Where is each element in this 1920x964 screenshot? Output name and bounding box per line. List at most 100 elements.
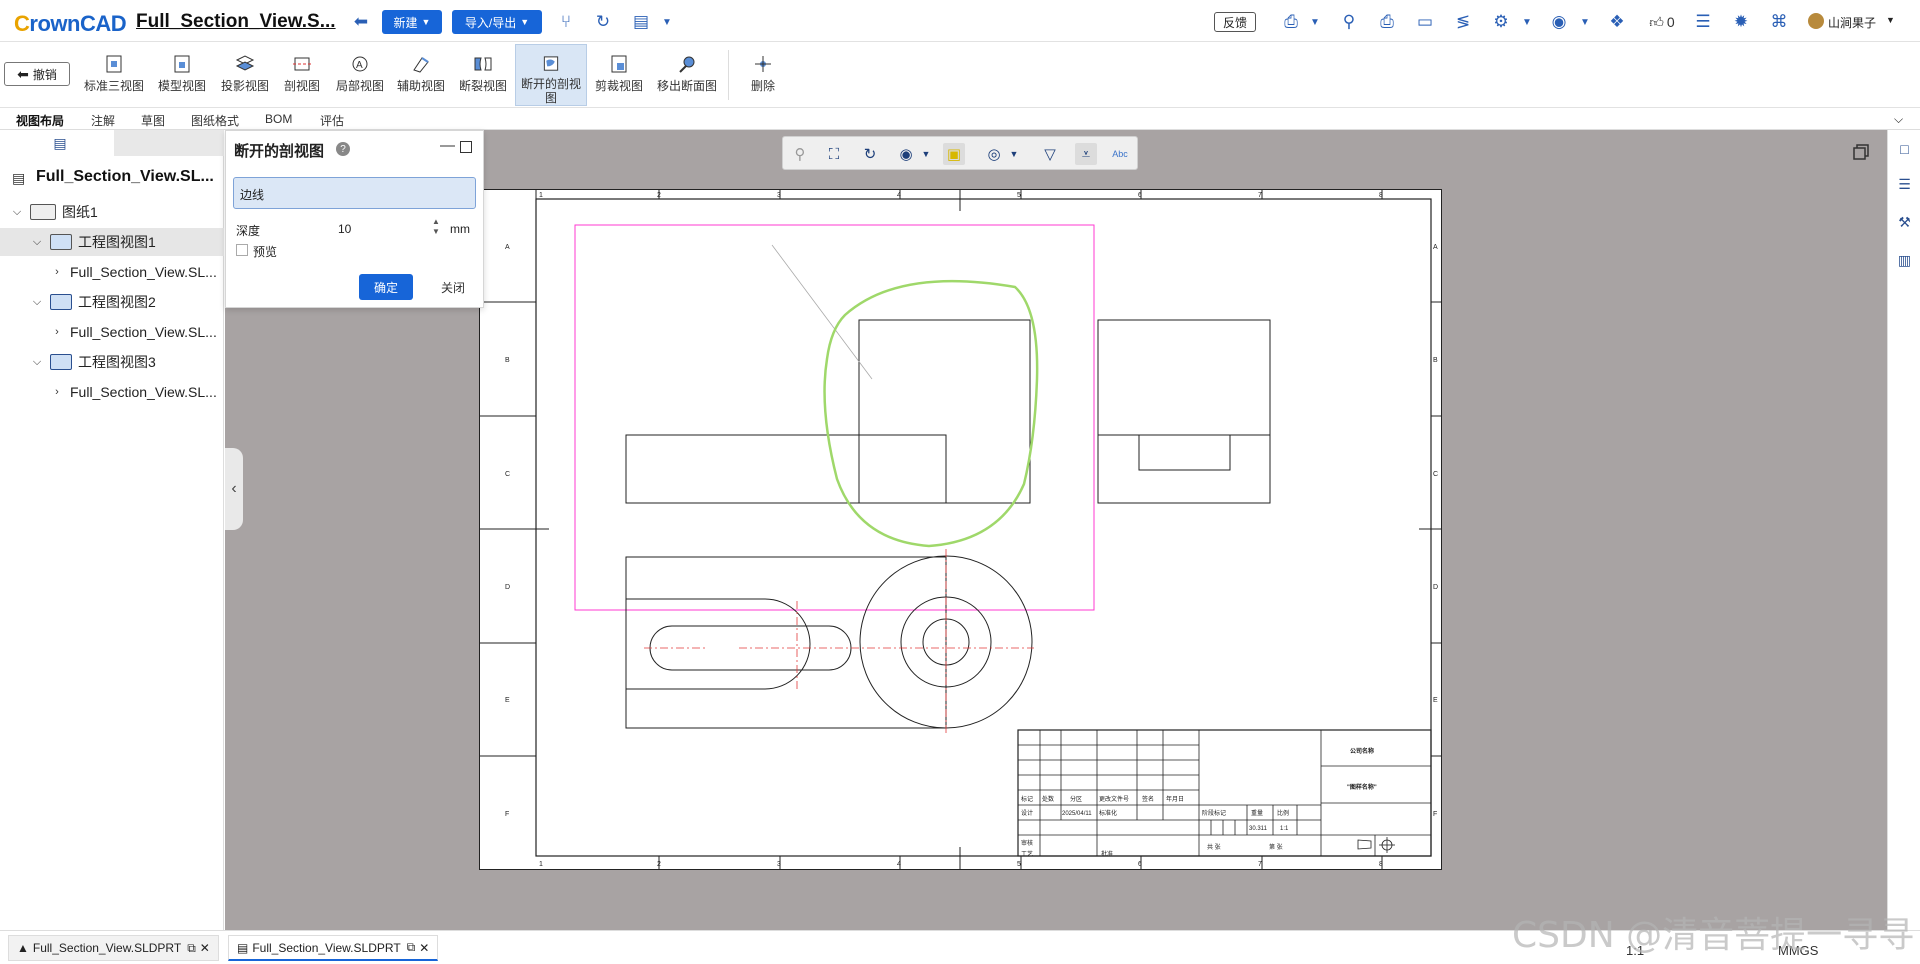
crop-view-button[interactable]: 剪裁视图 [592,44,646,106]
share-icon[interactable]: ≶ [1452,11,1474,33]
print-dropdown-icon[interactable]: ▼ [1304,11,1326,33]
save-dropdown-icon[interactable]: ▼ [656,11,678,33]
model-view-button[interactable]: 模型视图 [152,44,212,106]
help-icon[interactable]: ? [336,142,350,156]
detail-view-icon: A [352,56,368,72]
help-dropdown-icon[interactable]: ▼ [1574,11,1596,33]
visibility-icon[interactable]: ◉ [895,143,917,165]
community-icon[interactable]: ❖ [1606,11,1628,33]
chevron-right-icon[interactable]: › [50,386,64,398]
tree-item-view1[interactable]: ⌵ 工程图视图1 [0,228,224,256]
tree-item-view3-child[interactable]: › Full_Section_View.SL... [0,378,224,406]
drawing-sheet[interactable]: 1 2 3 4 5 6 7 8 1 2 3 4 5 6 7 8 A B C D … [479,189,1442,870]
visibility-dropdown-icon[interactable]: ▼ [915,143,937,165]
screen-icon[interactable]: ▭ [1414,11,1436,33]
filter-icon[interactable]: ▽ [1039,143,1061,165]
refresh-icon[interactable]: ↻ [592,11,614,33]
close-icon[interactable]: ✕ [200,941,210,955]
tree-item-view3[interactable]: ⌵ 工程图视图3 [0,348,224,376]
tree-item-label: 工程图视图3 [78,354,156,370]
broken-out-section-button[interactable]: 断开的剖视图 [515,44,587,106]
document-title[interactable]: Full_Section_View.S... [136,11,336,33]
delete-button[interactable]: 删除 [740,44,786,106]
tree-item-view1-child[interactable]: › Full_Section_View.SL... [0,258,224,286]
display-style-dropdown-icon[interactable]: ▼ [1003,143,1025,165]
zoom-icon[interactable]: ⚲ [789,143,811,165]
layers-icon[interactable]: ☰ [1896,176,1913,193]
projected-view-button[interactable]: 投影视图 [216,44,274,106]
user-name[interactable]: 山涧果子 [1828,14,1876,31]
wrench-icon[interactable]: ⚒ [1896,214,1913,231]
apps-icon[interactable]: ⌘ [1768,11,1790,33]
save-icon[interactable]: ▤ [630,11,652,33]
book-icon[interactable]: ▥ [1896,252,1913,269]
broken-view-button[interactable]: 断裂视图 [456,44,510,106]
detail-view-button[interactable]: A 局部视图 [332,44,388,106]
settings-icon[interactable]: ⚙ [1490,11,1512,33]
tab-sketch[interactable]: 草图 [141,112,165,129]
like-count: 0 [1666,14,1675,30]
bug-icon[interactable]: ✹ [1730,11,1752,33]
auxiliary-view-button[interactable]: 辅助视图 [394,44,448,106]
popout-icon[interactable]: ⧉ [187,941,196,956]
annotation-visibility-icon[interactable]: Abc [1109,143,1131,165]
doc-tab-part[interactable]: ▲ Full_Section_View.SLDPRT ⧉ ✕ [8,935,219,961]
chevron-down-icon[interactable]: ⌵ [30,296,44,309]
undo-button[interactable]: ⬅ 撤销 [4,62,70,86]
maximize-icon[interactable] [460,141,472,153]
branch-icon[interactable]: ⑂ [555,11,577,33]
server-icon[interactable]: ☰ [1692,11,1714,33]
fit-view-icon[interactable]: ⛶ [823,143,845,165]
tab-bom[interactable]: BOM [265,112,292,126]
popout-icon[interactable]: ⧉ [407,940,416,955]
import-export-button[interactable]: 导入/导出 ▼ [452,10,542,34]
company-name: 公司名称 [1350,747,1374,755]
search-icon[interactable]: ⚲ [1338,11,1360,33]
help-icon[interactable]: ◉ [1548,11,1570,33]
user-avatar[interactable] [1808,13,1824,29]
tree-item-view2[interactable]: ⌵ 工程图视图2 [0,288,224,316]
chevron-right-icon[interactable]: › [50,326,64,338]
section-view-button[interactable]: 剖视图 [278,44,326,106]
edge-selection-field[interactable]: 边线 [233,177,476,209]
minimize-icon[interactable]: — [440,137,455,154]
chevron-down-icon[interactable]: ⌵ [30,236,44,249]
preview-checkbox[interactable] [236,244,248,256]
tree-item-sheet[interactable]: ⌵ 图纸1 [0,198,224,226]
new-button[interactable]: 新建 ▼ [382,10,442,34]
rotate-icon[interactable]: ↻ [859,143,881,165]
tab-sheet-format[interactable]: 图纸格式 [191,112,239,129]
folder-icon[interactable]: □ [1896,140,1913,157]
chevron-down-icon[interactable]: ⌵ [30,356,44,369]
settings-dropdown-icon[interactable]: ▼ [1516,11,1538,33]
tab-view-layout[interactable]: 视图布局 [16,112,64,129]
axis-icon[interactable]: ⩡ [1075,143,1097,165]
depth-stepper[interactable]: ▲ ▼ [432,217,440,237]
feedback-button[interactable]: 反馈 [1214,12,1257,32]
like-button[interactable]: 👍︎ 0 [1642,11,1682,33]
tab-annotation[interactable]: 注解 [91,112,115,129]
depth-input[interactable]: 10 [338,222,351,236]
doc-tab-drawing[interactable]: ▤ Full_Section_View.SLDPRT ⧉ ✕ [228,935,439,961]
zone-row-label: E [505,697,510,704]
ok-button[interactable]: 确定 [359,274,413,300]
chevron-down-icon[interactable]: ⌵ [10,206,24,219]
user-dropdown-icon[interactable]: ▼ [1886,15,1895,25]
tab-evaluate[interactable]: 评估 [320,112,344,129]
panel-collapse-handle[interactable]: ‹ [225,448,243,530]
close-icon[interactable]: ✕ [419,941,429,955]
collapse-ribbon-icon[interactable]: ⌵ [1894,112,1903,127]
printer-icon[interactable]: ⎙ [1376,11,1398,33]
tree-item-view2-child[interactable]: › Full_Section_View.SL... [0,318,224,346]
close-button[interactable]: 关闭 [431,274,475,300]
display-style-icon[interactable]: ◎ [983,143,1005,165]
shaded-display-icon[interactable]: ▣ [943,143,965,165]
removed-section-button[interactable]: 移出断面图 [654,44,720,106]
restore-window-icon[interactable] [1852,143,1870,161]
tree-root-document[interactable]: Full_Section_View.SL... [36,168,214,186]
tab-feature-tree[interactable]: ▤ [6,130,114,156]
chevron-right-icon[interactable]: › [50,266,64,278]
standard-three-view-button[interactable]: 标准三视图 [82,44,146,106]
print-settings-icon[interactable]: ⎙ [1280,11,1302,33]
back-arrow-icon[interactable]: ⬅ [350,11,372,33]
